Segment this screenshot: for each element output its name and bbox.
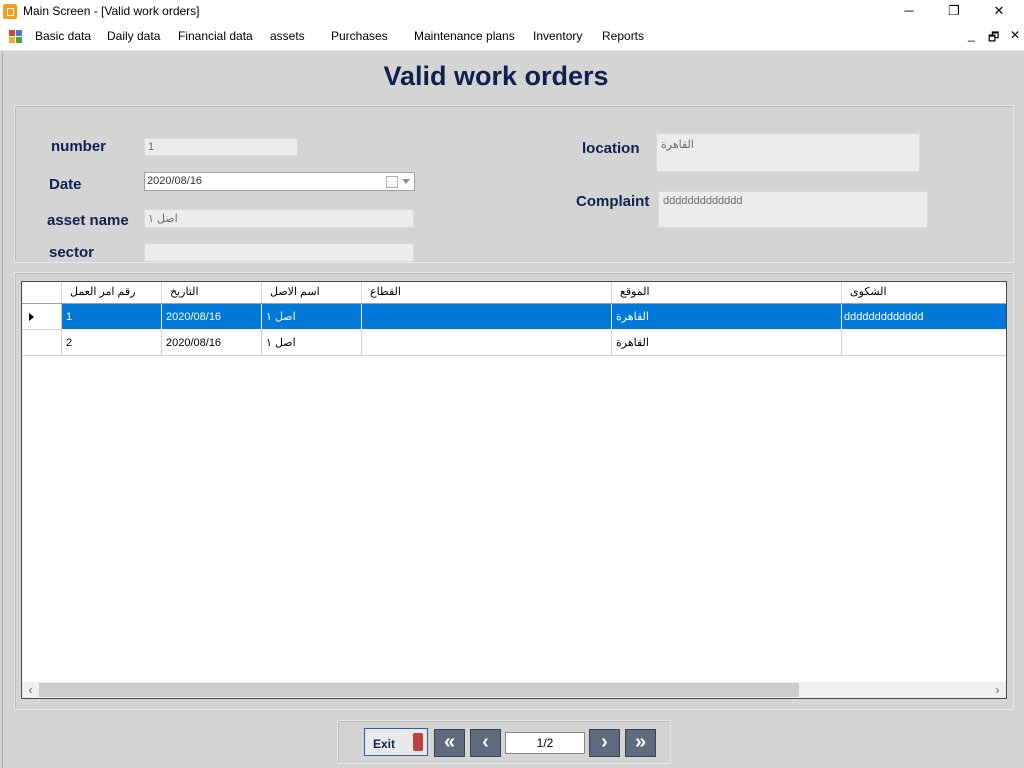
app-icon [3, 4, 17, 19]
table-cell[interactable]: 1 [62, 304, 162, 330]
exit-label: Exit [373, 737, 396, 751]
menu-inventory[interactable]: Inventory [533, 29, 582, 43]
row-header[interactable] [22, 304, 62, 330]
sector-field[interactable] [144, 243, 414, 262]
row-header-corner [22, 282, 62, 303]
table-cell[interactable]: اصل ١ [262, 304, 362, 330]
menu-basic-data[interactable]: Basic data [35, 29, 91, 43]
maximize-button[interactable]: ❐ [931, 0, 977, 23]
mdi-form-icon[interactable] [9, 30, 22, 43]
menu-financial-data[interactable]: Financial data [178, 29, 253, 43]
chevron-down-icon[interactable] [402, 179, 410, 184]
calendar-icon[interactable] [386, 176, 398, 188]
table-cell[interactable]: القاهرة [612, 330, 842, 356]
table-cell[interactable]: 2020/08/16 [162, 330, 262, 356]
mdi-minimize-button[interactable]: _ [968, 28, 975, 42]
row-header[interactable] [22, 330, 62, 356]
exit-door-icon [413, 733, 423, 751]
scroll-left-icon[interactable]: ‹ [22, 682, 39, 698]
menu-reports[interactable]: Reports [602, 29, 644, 43]
exit-button[interactable]: Exit [364, 728, 428, 756]
date-label: Date [49, 176, 82, 193]
asset-name-label: asset name [47, 212, 129, 229]
menu-purchases[interactable]: Purchases [331, 29, 388, 43]
number-field[interactable]: 1 [144, 138, 298, 156]
table-cell[interactable] [842, 330, 1006, 356]
mdi-close-button[interactable]: ✕ [1010, 28, 1020, 42]
location-value: القاهرة [661, 139, 694, 151]
menu-assets[interactable]: assets [270, 29, 305, 43]
complaint-field[interactable]: ddddddddddddd [658, 191, 928, 228]
menu-daily-data[interactable]: Daily data [107, 29, 160, 43]
column-header[interactable]: الشكوى [842, 282, 1006, 303]
table-row[interactable]: 1 2020/08/16 اصل ١ القاهرة ddddddddddddd [22, 304, 1006, 330]
table-cell[interactable]: القاهرة [612, 304, 842, 330]
asset-name-field[interactable]: اصل ١ [144, 209, 414, 228]
current-row-icon [29, 313, 34, 321]
page-title: Valid work orders [383, 61, 609, 91]
mdi-restore-button[interactable]: 🗗 [988, 28, 999, 49]
work-orders-grid[interactable]: رقم امر العمل التاريخ اسم الاصل القطاع ا… [21, 281, 1007, 699]
title-bar: Main Screen - [Valid work orders] ─ ❐ ✕ [0, 0, 1024, 23]
date-value: 2020/08/16 [147, 175, 203, 187]
window-title: Main Screen - [Valid work orders] [23, 4, 200, 18]
column-header[interactable]: اسم الاصل [262, 282, 362, 303]
table-cell[interactable] [362, 304, 612, 330]
column-header[interactable]: الموقع [612, 282, 842, 303]
menu-maintenance-plans[interactable]: Maintenance plans [414, 29, 515, 43]
menu-bar: Basic data Daily data Financial data ass… [0, 23, 1024, 51]
date-picker[interactable]: 2020/08/16 [144, 172, 415, 191]
scrollbar-thumb[interactable] [39, 683, 799, 697]
column-header[interactable]: رقم امر العمل [62, 282, 162, 303]
location-label: location [582, 140, 640, 157]
last-record-button[interactable]: » [625, 729, 656, 757]
table-row[interactable]: 2 2020/08/16 اصل ١ القاهرة [22, 330, 1006, 356]
next-record-button[interactable]: › [589, 729, 620, 757]
horizontal-scrollbar[interactable]: ‹ › [22, 682, 1006, 698]
table-cell[interactable] [362, 330, 612, 356]
sector-label: sector [49, 244, 95, 261]
number-label: number [51, 138, 107, 155]
page-indicator: 1/2 [505, 732, 585, 754]
location-field[interactable]: القاهرة [656, 133, 920, 172]
complaint-label: Complaint [576, 193, 650, 210]
table-cell[interactable]: 2020/08/16 [162, 304, 262, 330]
scroll-right-icon[interactable]: › [989, 682, 1006, 698]
column-header[interactable]: القطاع [362, 282, 612, 303]
column-header[interactable]: التاريخ [162, 282, 262, 303]
first-record-button[interactable]: « [434, 729, 465, 757]
minimize-button[interactable]: ─ [886, 0, 932, 23]
grid-header: رقم امر العمل التاريخ اسم الاصل القطاع ا… [22, 282, 1006, 304]
close-button[interactable]: ✕ [976, 0, 1022, 23]
table-cell[interactable]: ddddddddddddd [842, 304, 1006, 330]
table-cell[interactable]: 2 [62, 330, 162, 356]
asset-name-value: اصل ١ [148, 213, 178, 225]
table-cell[interactable]: اصل ١ [262, 330, 362, 356]
previous-record-button[interactable]: ‹ [470, 729, 501, 757]
